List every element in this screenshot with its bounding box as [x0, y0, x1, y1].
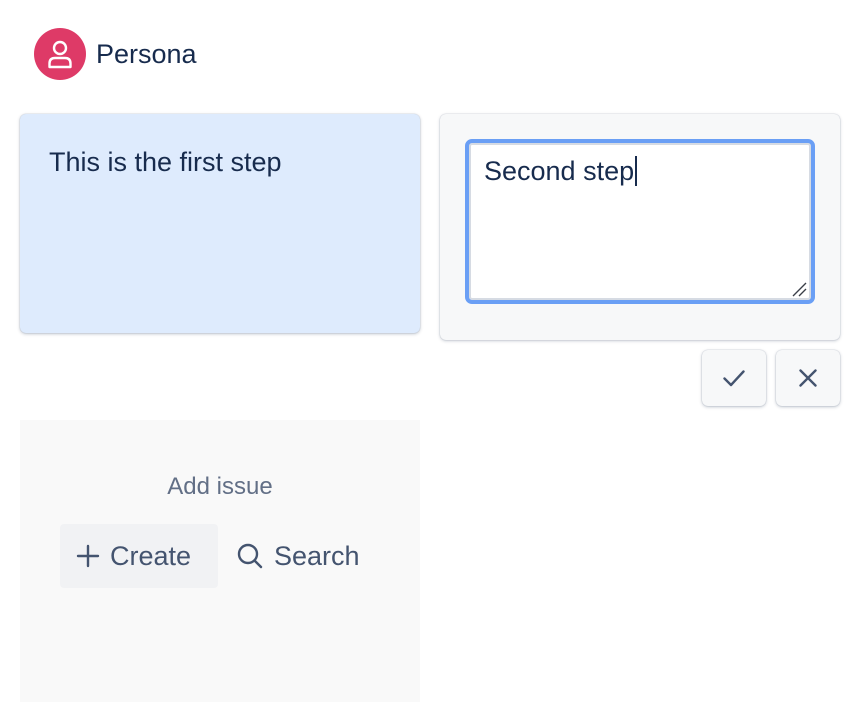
add-issue-panel: Add issue Create Search — [20, 420, 420, 702]
text-caret — [635, 156, 637, 186]
step-card-first[interactable]: This is the first step — [20, 114, 420, 333]
user-icon — [48, 40, 72, 69]
create-button[interactable]: Create — [60, 524, 218, 588]
cancel-button[interactable] — [776, 350, 840, 406]
search-label: Search — [274, 540, 360, 571]
persona-header: Persona — [34, 28, 197, 80]
resize-grip-icon[interactable] — [791, 281, 807, 297]
confirm-button[interactable] — [702, 350, 766, 406]
close-icon — [799, 369, 817, 387]
step-card-text: This is the first step — [49, 147, 282, 177]
step-edit-textarea[interactable]: Second step — [465, 139, 815, 304]
check-icon — [723, 370, 745, 387]
step-edit-value: Second step — [484, 156, 635, 186]
persona-name: Persona — [96, 38, 197, 69]
plus-icon — [76, 544, 100, 568]
create-label: Create — [110, 540, 192, 571]
step-card-editing: Second step — [440, 114, 840, 340]
search-button[interactable]: Search — [228, 524, 378, 588]
persona-avatar[interactable] — [34, 28, 86, 80]
search-icon — [237, 543, 263, 569]
add-issue-title: Add issue — [167, 473, 273, 500]
